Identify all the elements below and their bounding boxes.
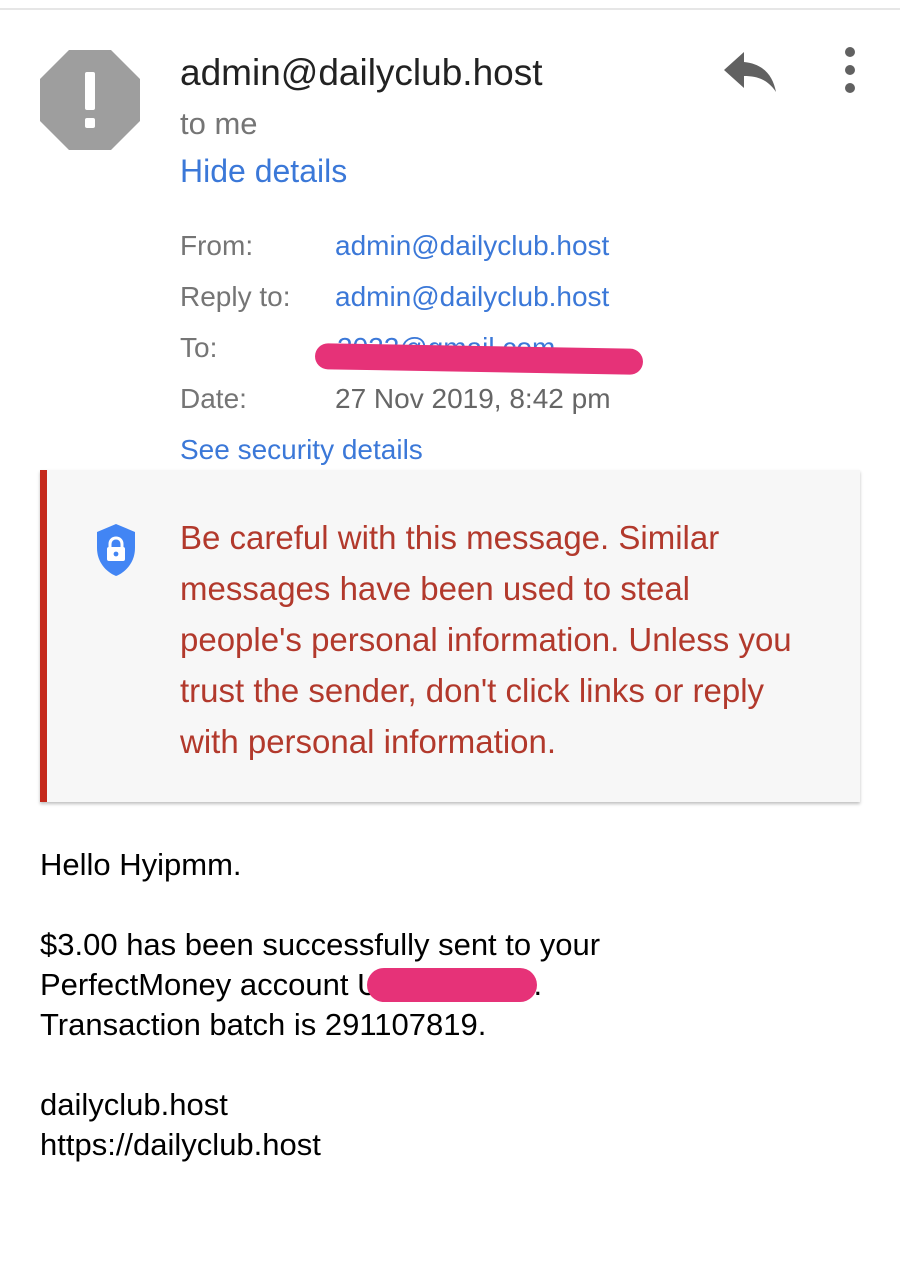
sender-address: admin@dailyclub.host xyxy=(180,52,543,93)
recipient-summary: to me xyxy=(180,106,258,141)
to-value-redacted: 2022@gmail.com xyxy=(314,326,645,376)
from-value[interactable]: admin@dailyclub.host xyxy=(335,230,609,262)
see-security-details-link[interactable]: See security details xyxy=(180,434,423,466)
top-divider xyxy=(0,8,900,10)
warning-message: Be careful with this message. Similar me… xyxy=(180,519,792,760)
from-label: From: xyxy=(180,230,254,261)
hide-details-link[interactable]: Hide details xyxy=(180,153,347,190)
spam-warning-icon xyxy=(40,50,140,150)
account-prefix: PerfectMoney account xyxy=(40,967,358,1002)
security-shield-lock-icon xyxy=(97,524,135,576)
date-value: 27 Nov 2019, 8:42 pm xyxy=(335,383,611,414)
reply-icon[interactable] xyxy=(722,50,778,94)
reply-to-label: Reply to: xyxy=(180,281,291,312)
phishing-warning-banner: Be careful with this message. Similar me… xyxy=(40,470,860,802)
reply-to-value[interactable]: admin@dailyclub.host xyxy=(335,281,609,313)
account-line: PerfectMoney account U. xyxy=(40,965,860,1005)
to-label: To: xyxy=(180,332,218,363)
date-label: Date: xyxy=(180,383,247,414)
signature-url[interactable]: https://dailyclub.host xyxy=(40,1125,860,1165)
transaction-line: Transaction batch is 291107819. xyxy=(40,1007,487,1042)
redaction-mark xyxy=(314,343,644,375)
redaction-mark xyxy=(367,968,538,1002)
payment-line: $3.00 has been successfully sent to your xyxy=(40,927,601,962)
email-body: Hello Hyipmm. $3.00 has been successfull… xyxy=(40,845,860,1165)
more-vert-icon[interactable] xyxy=(836,46,864,94)
signature-name: dailyclub.host xyxy=(40,1087,228,1122)
account-number-redacted: U xyxy=(357,965,538,1005)
greeting: Hello Hyipmm. xyxy=(40,847,242,882)
